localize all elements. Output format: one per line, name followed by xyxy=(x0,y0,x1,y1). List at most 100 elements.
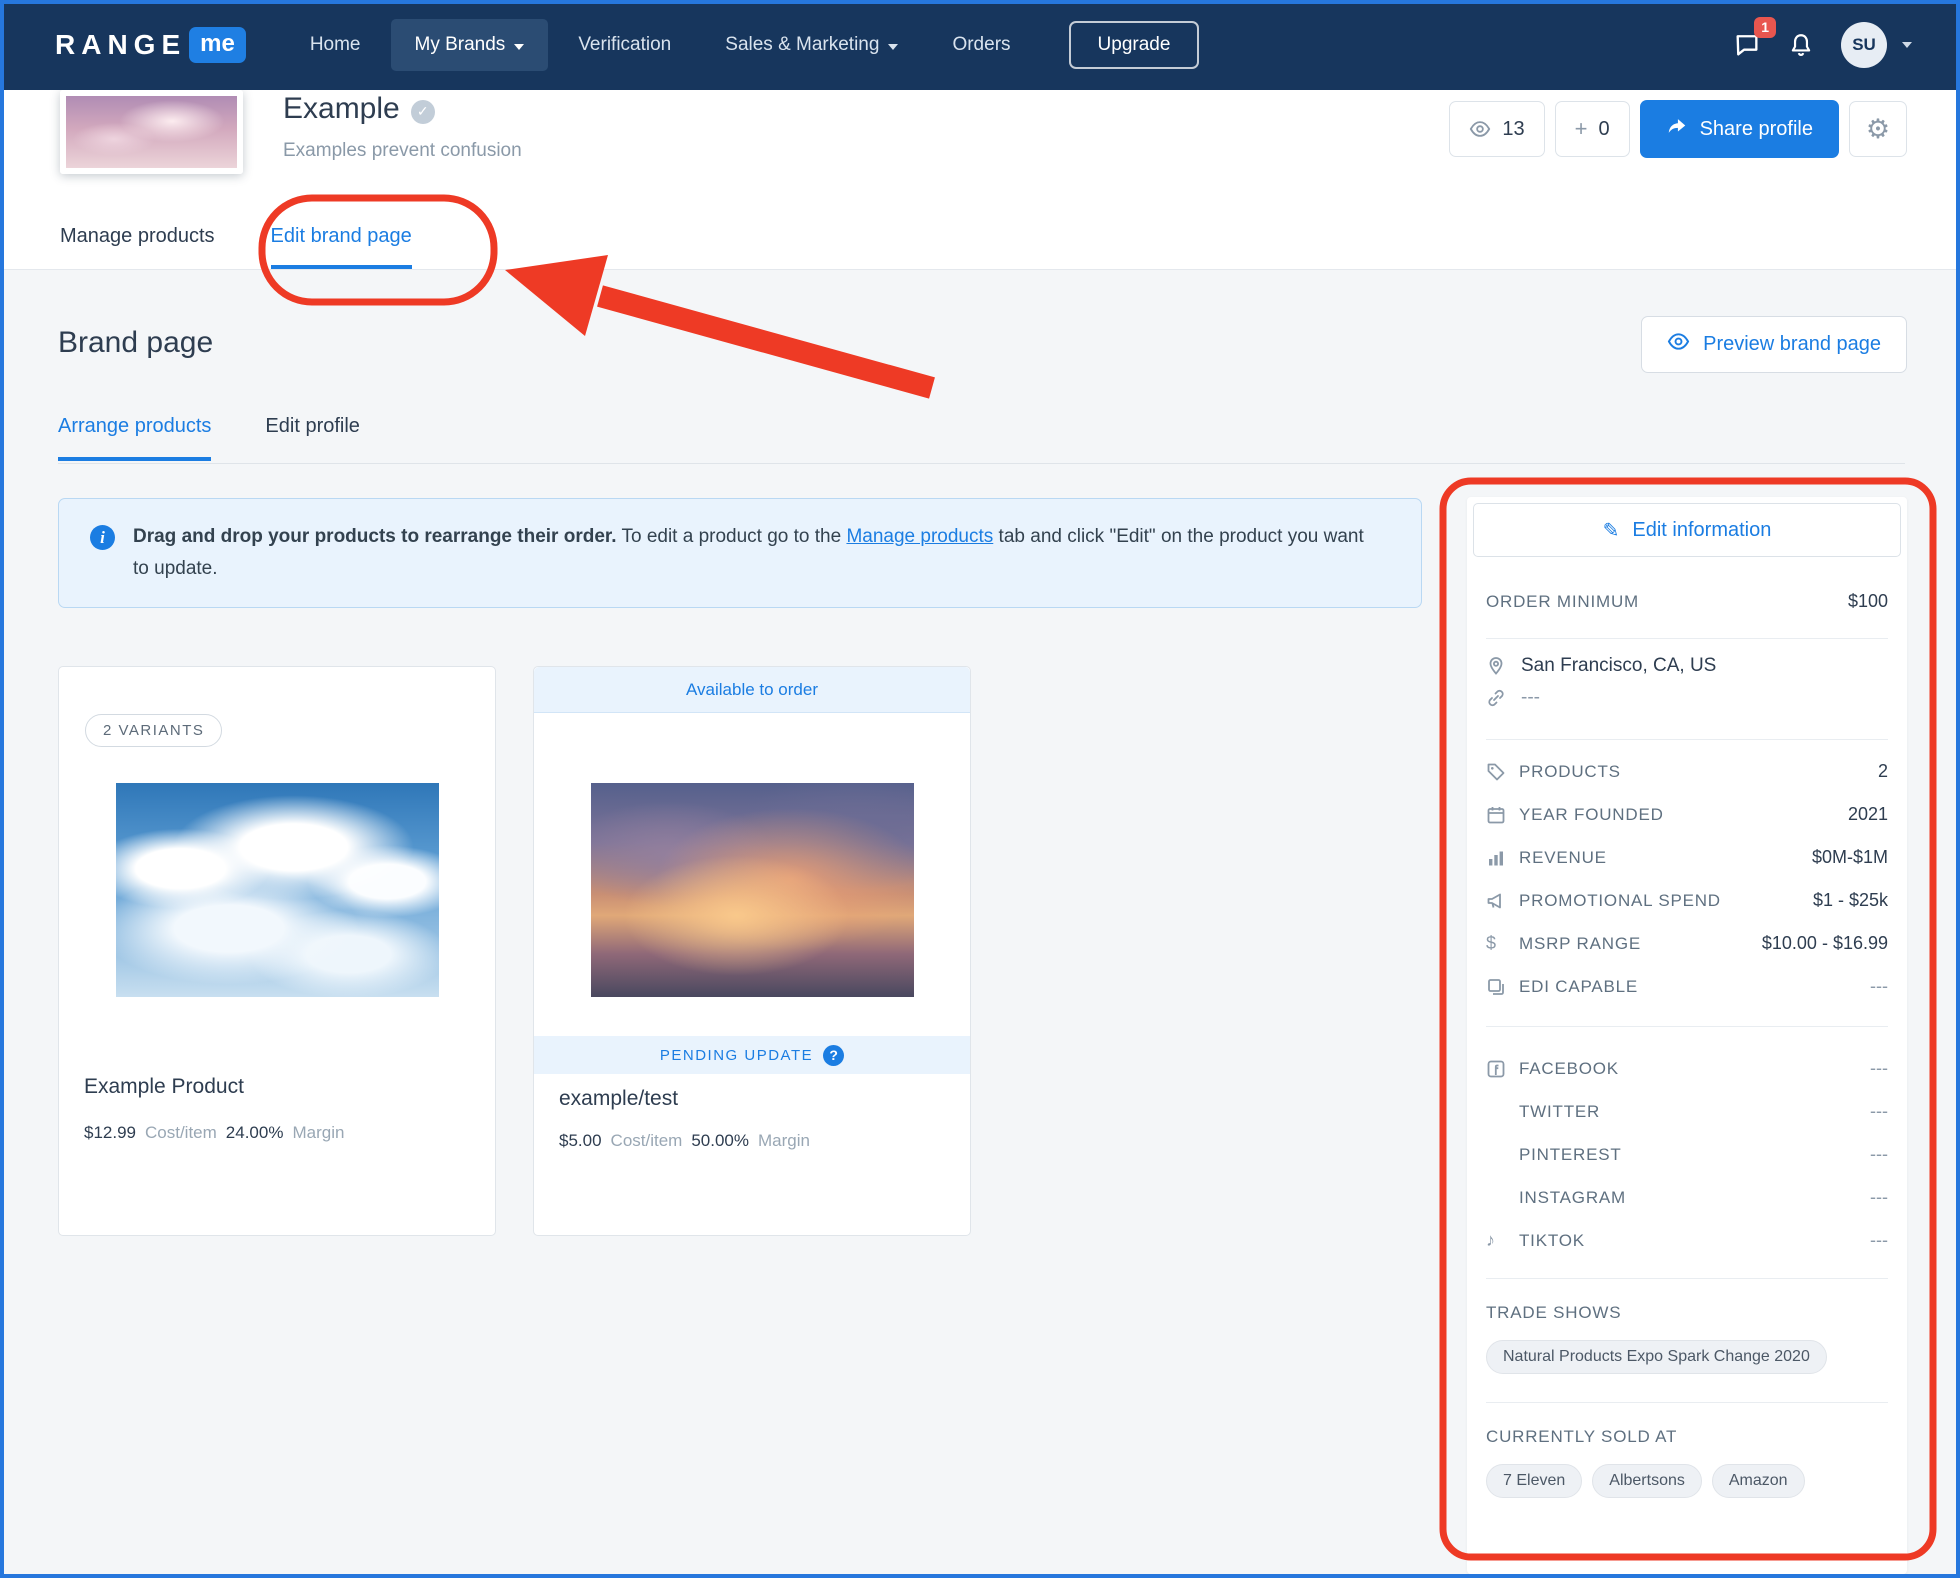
main-content: Brand page Preview brand page Arrange pr… xyxy=(0,270,1960,1578)
divider xyxy=(1486,1026,1888,1027)
bar-chart-icon xyxy=(1486,848,1519,868)
retailer-chip: Albertsons xyxy=(1592,1464,1702,1498)
brand-actions: 13 + 0 Share profile ⚙ xyxy=(1449,100,1907,158)
product-pricing: $12.99 Cost/item 24.00% Margin xyxy=(84,1123,344,1143)
share-profile-button[interactable]: Share profile xyxy=(1639,100,1839,158)
nav-item-sales-marketing[interactable]: Sales & Marketing xyxy=(701,19,922,71)
tag-icon xyxy=(1486,762,1519,782)
stat-row-msrp-range: $ MSRP RANGE $10.00 - $16.99 xyxy=(1486,933,1888,953)
pending-update-label: PENDING UPDATE xyxy=(659,1046,814,1064)
retailer-chip: 7 Eleven xyxy=(1486,1464,1583,1498)
subtab-edit-profile[interactable]: Edit profile xyxy=(265,415,360,461)
tiktok-icon: ♪ xyxy=(1486,1230,1495,1250)
rangeme-logo[interactable]: RANGE me xyxy=(55,27,246,63)
trade-show-chip: Natural Products Expo Spark Change 2020 xyxy=(1486,1340,1827,1374)
nav-item-verification[interactable]: Verification xyxy=(554,19,695,71)
stat-row-promotional-spend: PROMOTIONAL SPEND $1 - $25k xyxy=(1467,879,1907,922)
cost-label: Cost/item xyxy=(610,1131,683,1150)
views-count: 13 xyxy=(1502,117,1525,140)
nav-right-cluster: 1 SU xyxy=(1733,17,1912,68)
brand-tabs: Manage products Edit brand page xyxy=(60,225,412,269)
divider xyxy=(1486,739,1888,740)
chevron-down-icon[interactable] xyxy=(1902,42,1912,48)
link-icon xyxy=(1486,688,1508,708)
edit-information-button[interactable]: ✎ Edit information xyxy=(1473,503,1901,557)
divider xyxy=(1486,1278,1888,1279)
bell-icon[interactable] xyxy=(1788,32,1814,58)
tab-manage-products[interactable]: Manage products xyxy=(60,225,215,269)
dollar-icon: $ xyxy=(1486,933,1497,953)
share-icon xyxy=(1666,115,1688,143)
product-card[interactable]: 2 VARIANTS Example Product $12.99 Cost/i… xyxy=(58,666,496,1236)
available-to-order-banner: Available to order xyxy=(534,667,970,713)
brand-stats: PRODUCTS 2 YEAR FOUNDED 2021 REVENUE $0M… xyxy=(1467,750,1907,1008)
location-pin-icon xyxy=(1486,656,1508,676)
social-row-twitter: TWITTER --- xyxy=(1519,1101,1888,1121)
order-minimum-row: ORDER MINIMUM $100 xyxy=(1467,591,1907,612)
settings-gear-button[interactable]: ⚙ xyxy=(1849,101,1907,157)
views-counter: 13 xyxy=(1449,101,1545,157)
preview-brand-page-button[interactable]: Preview brand page xyxy=(1641,316,1907,373)
help-icon[interactable]: ? xyxy=(823,1044,845,1066)
nav-item-my-brands[interactable]: My Brands xyxy=(390,19,549,71)
product-margin: 50.00% xyxy=(691,1131,750,1150)
sold-at-chips: 7 Eleven Albertsons Amazon xyxy=(1467,1464,1907,1498)
margin-label: Margin xyxy=(758,1131,810,1150)
social-row-instagram: INSTAGRAM --- xyxy=(1519,1187,1888,1207)
product-image xyxy=(116,783,439,997)
tab-edit-brand-page[interactable]: Edit brand page xyxy=(270,225,412,269)
calendar-icon xyxy=(1486,805,1519,825)
trade-shows-label: TRADE SHOWS xyxy=(1486,1303,1622,1322)
manage-products-link[interactable]: Manage products xyxy=(846,526,993,547)
verified-badge-icon: ✓ xyxy=(410,99,435,124)
pending-update-banner: PENDING UPDATE ? xyxy=(534,1036,970,1074)
gear-icon: ⚙ xyxy=(1865,113,1891,144)
stat-row-year-founded: YEAR FOUNDED 2021 xyxy=(1467,793,1907,836)
location-value: San Francisco, CA, US xyxy=(1521,655,1717,676)
location-row: San Francisco, CA, US xyxy=(1467,655,1907,677)
avatar[interactable]: SU xyxy=(1841,22,1887,68)
share-profile-label: Share profile xyxy=(1699,117,1813,140)
primary-nav: Home My Brands Verification Sales & Mark… xyxy=(286,19,1035,71)
brand-page-subtabs: Arrange products Edit profile xyxy=(58,415,360,461)
currently-sold-at-label: CURRENTLY SOLD AT xyxy=(1486,1427,1678,1446)
edit-information-label: Edit information xyxy=(1632,518,1772,541)
product-card[interactable]: Available to order PENDING UPDATE ? exam… xyxy=(533,666,971,1236)
rangeme-app: RANGE me Home My Brands Verification Sal… xyxy=(0,0,1960,1578)
product-price: $12.99 xyxy=(84,1123,136,1142)
notification-badge: 1 xyxy=(1754,17,1776,38)
adds-counter: + 0 xyxy=(1554,101,1630,157)
subtab-arrange-products[interactable]: Arrange products xyxy=(58,415,212,461)
stat-row-products: PRODUCTS 2 xyxy=(1467,750,1907,793)
nav-item-label: Sales & Marketing xyxy=(725,34,880,55)
alert-text: To edit a product go to the xyxy=(616,526,847,547)
pencil-icon: ✎ xyxy=(1602,519,1620,542)
nav-item-home[interactable]: Home xyxy=(286,19,385,71)
order-minimum-value: $100 xyxy=(1847,591,1888,611)
upgrade-button[interactable]: Upgrade xyxy=(1068,21,1200,69)
eye-icon xyxy=(1667,330,1690,359)
divider xyxy=(1486,638,1888,639)
trade-shows-chips: Natural Products Expo Spark Change 2020 xyxy=(1467,1340,1907,1374)
product-price: $5.00 xyxy=(559,1131,602,1150)
messages-icon[interactable]: 1 xyxy=(1733,17,1776,59)
stat-row-revenue: REVENUE $0M-$1M xyxy=(1467,836,1907,879)
social-links: FACEBOOK --- TWITTER --- PINTEREST --- I… xyxy=(1467,1047,1907,1262)
info-alert: i Drag and drop your products to rearran… xyxy=(58,498,1422,608)
product-image xyxy=(591,783,914,997)
nav-item-orders[interactable]: Orders xyxy=(928,19,1034,71)
variants-badge: 2 VARIANTS xyxy=(85,714,223,747)
megaphone-icon xyxy=(1486,891,1519,911)
product-name: Example Product xyxy=(84,1075,244,1098)
divider xyxy=(1486,1402,1888,1403)
product-name: example/test xyxy=(559,1087,679,1110)
logo-me-badge: me xyxy=(189,27,246,63)
brand-title: Example xyxy=(283,92,400,125)
cost-label: Cost/item xyxy=(145,1123,217,1142)
social-row-tiktok: ♪ TIKTOK --- xyxy=(1486,1230,1888,1250)
product-margin: 24.00% xyxy=(225,1123,284,1142)
retailer-chip: Amazon xyxy=(1711,1464,1805,1498)
social-row-facebook: FACEBOOK --- xyxy=(1467,1047,1907,1090)
nav-item-label: My Brands xyxy=(414,34,506,55)
brand-cover-image xyxy=(60,90,243,174)
